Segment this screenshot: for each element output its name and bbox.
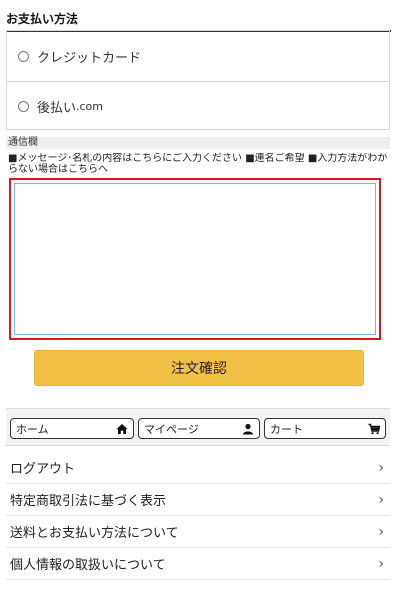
- bottom-nav: ホーム マイページ カート: [6, 408, 390, 446]
- chevron-right-icon: ›: [378, 555, 384, 572]
- nav-cart-label: カート: [270, 422, 303, 436]
- radio-icon[interactable]: [18, 50, 29, 62]
- message-box-highlight: [9, 178, 381, 340]
- link-label: 送料とお支払い方法について: [10, 526, 179, 541]
- payment-option-suffix: .com: [76, 100, 104, 113]
- nav-mypage-button[interactable]: マイページ: [138, 418, 260, 439]
- user-icon: [243, 423, 253, 434]
- link-legal-notice[interactable]: 特定商取引法に基づく表示 ›: [6, 484, 390, 516]
- link-label: 特定商取引法に基づく表示: [10, 494, 167, 509]
- message-section-heading: 通信欄: [6, 137, 390, 149]
- cart-icon: [368, 423, 380, 434]
- nav-mypage-label: マイページ: [144, 422, 199, 436]
- link-logout[interactable]: ログアウト ›: [6, 452, 390, 484]
- nav-home-label: ホーム: [16, 422, 49, 436]
- chevron-right-icon: ›: [378, 523, 384, 540]
- payment-section-title: お支払い方法: [6, 10, 391, 32]
- chevron-right-icon: ›: [378, 459, 384, 476]
- order-confirm-button[interactable]: 注文確認: [34, 350, 364, 386]
- payment-option-deferred[interactable]: 後払い .com: [7, 81, 389, 131]
- message-instructions: ■メッセージ･名札の内容はこちらにご入力ください ■連名ご希望 ■入力方法がわか…: [8, 153, 388, 175]
- nav-home-button[interactable]: ホーム: [10, 418, 134, 439]
- link-label: ログアウト: [10, 462, 76, 477]
- checkout-page: お支払い方法 クレジットカード 後払い .com 通信欄 ■メッセージ･名札の内容…: [0, 0, 400, 600]
- payment-options: クレジットカード 後払い .com: [6, 30, 390, 130]
- link-shipping-payment[interactable]: 送料とお支払い方法について ›: [6, 516, 390, 548]
- home-icon: [116, 423, 128, 434]
- footer-links: ログアウト › 特定商取引法に基づく表示 › 送料とお支払い方法について › 個…: [6, 452, 390, 580]
- payment-option-label: クレジットカード: [37, 50, 142, 66]
- link-label: 個人情報の取扱いについて: [10, 558, 166, 573]
- link-privacy[interactable]: 個人情報の取扱いについて ›: [6, 548, 390, 580]
- chevron-right-icon: ›: [378, 491, 384, 508]
- payment-option-label: 後払い: [37, 101, 77, 116]
- radio-icon[interactable]: [18, 101, 29, 112]
- nav-cart-button[interactable]: カート: [264, 418, 386, 439]
- message-textarea[interactable]: [14, 183, 376, 335]
- payment-option-credit-card[interactable]: クレジットカード: [7, 31, 389, 81]
